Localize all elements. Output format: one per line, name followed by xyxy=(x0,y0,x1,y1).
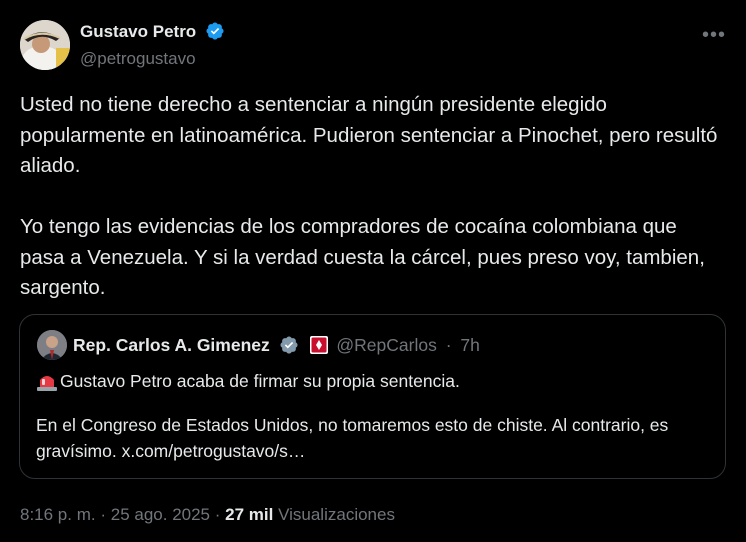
views-count: 27 mil xyxy=(225,505,274,524)
quote-line-text: Gustavo Petro acaba de firmar su propia … xyxy=(60,371,460,391)
tweet-paragraph: Yo tengo las evidencias de los comprador… xyxy=(20,215,705,299)
avatar-image xyxy=(37,330,67,360)
tweet-time[interactable]: 8:16 p. m. xyxy=(20,505,96,524)
quote-line: Gustavo Petro acaba de firmar su propia … xyxy=(36,368,716,394)
quote-author-name[interactable]: Rep. Carlos A. Gimenez xyxy=(73,335,270,355)
verified-badge-icon xyxy=(280,336,298,354)
separator-dot: · xyxy=(100,505,107,524)
quote-author-avatar[interactable] xyxy=(37,330,67,360)
author-avatar[interactable] xyxy=(20,20,70,70)
tweet-date[interactable]: 25 ago. 2025 xyxy=(111,505,210,524)
affiliate-seal-icon xyxy=(309,336,328,354)
tweet-paragraph: Usted no tiene derecho a sentenciar a ni… xyxy=(20,93,718,177)
quote-header: Rep. Carlos A. Gimenez @RepCarlos · 7h xyxy=(73,334,480,356)
avatar-image xyxy=(20,20,70,70)
author-name[interactable]: Gustavo Petro xyxy=(80,22,196,41)
separator-dot: · xyxy=(214,505,221,524)
quote-author-handle[interactable]: @RepCarlos xyxy=(336,335,436,355)
more-dots-icon[interactable]: ••• xyxy=(702,24,726,47)
author-name-row[interactable]: Gustavo Petro xyxy=(80,21,225,43)
author-handle[interactable]: @petrogustavo xyxy=(80,48,196,70)
quoted-tweet[interactable]: Rep. Carlos A. Gimenez @RepCarlos · 7h G… xyxy=(19,314,726,479)
quote-time[interactable]: 7h xyxy=(460,335,479,355)
tweet-meta: 8:16 p. m. · 25 ago. 2025 · 27 mil Visua… xyxy=(20,504,395,526)
tweet-text: Usted no tiene derecho a sentenciar a ni… xyxy=(20,90,720,304)
quote-text: Gustavo Petro acaba de firmar su propia … xyxy=(36,368,716,464)
views-label: Visualizaciones xyxy=(278,505,395,524)
separator-dot: · xyxy=(445,335,452,355)
verified-badge-icon xyxy=(206,22,224,40)
siren-emoji-icon xyxy=(37,376,57,391)
quote-line: En el Congreso de Estados Unidos, no tom… xyxy=(36,415,669,461)
